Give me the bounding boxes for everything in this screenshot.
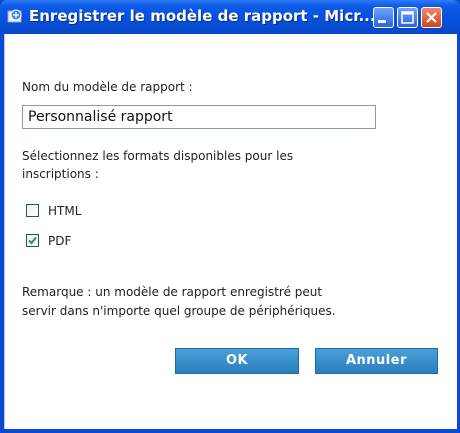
template-name-input[interactable]: Personnalisé rapport (22, 105, 376, 129)
close-button[interactable] (421, 7, 442, 28)
minimize-icon (378, 20, 386, 23)
maximize-button[interactable] (397, 7, 418, 28)
template-name-label: Nom du modèle de rapport : (22, 80, 193, 94)
checkmark-icon (28, 236, 37, 245)
pdf-checkbox[interactable] (26, 234, 39, 247)
html-checkbox-label: HTML (48, 204, 82, 218)
dialog-body: Nom du modèle de rapport : Personnalisé … (4, 34, 457, 429)
cancel-button[interactable]: Annuler (315, 348, 438, 374)
dialog-window: Enregistrer le modèle de rapport - Micr.… (0, 0, 460, 433)
ok-button[interactable]: OK (175, 348, 299, 374)
app-icon (7, 8, 24, 25)
close-icon (426, 12, 437, 23)
note-line1: Remarque : un modèle de rapport enregist… (22, 285, 323, 299)
formats-label-line1: Sélectionnez les formats disponibles pou… (22, 149, 294, 163)
html-checkbox[interactable] (26, 204, 39, 217)
title-bar[interactable]: Enregistrer le modèle de rapport - Micr.… (0, 0, 460, 34)
formats-label-line2: inscriptions : (22, 167, 99, 181)
maximize-icon (401, 11, 414, 24)
note-line2: servir dans n'importe quel groupe de pér… (22, 304, 336, 318)
window-title: Enregistrer le modèle de rapport - Micr.… (29, 7, 376, 25)
pdf-checkbox-label: PDF (48, 234, 72, 248)
minimize-button[interactable] (373, 7, 394, 28)
